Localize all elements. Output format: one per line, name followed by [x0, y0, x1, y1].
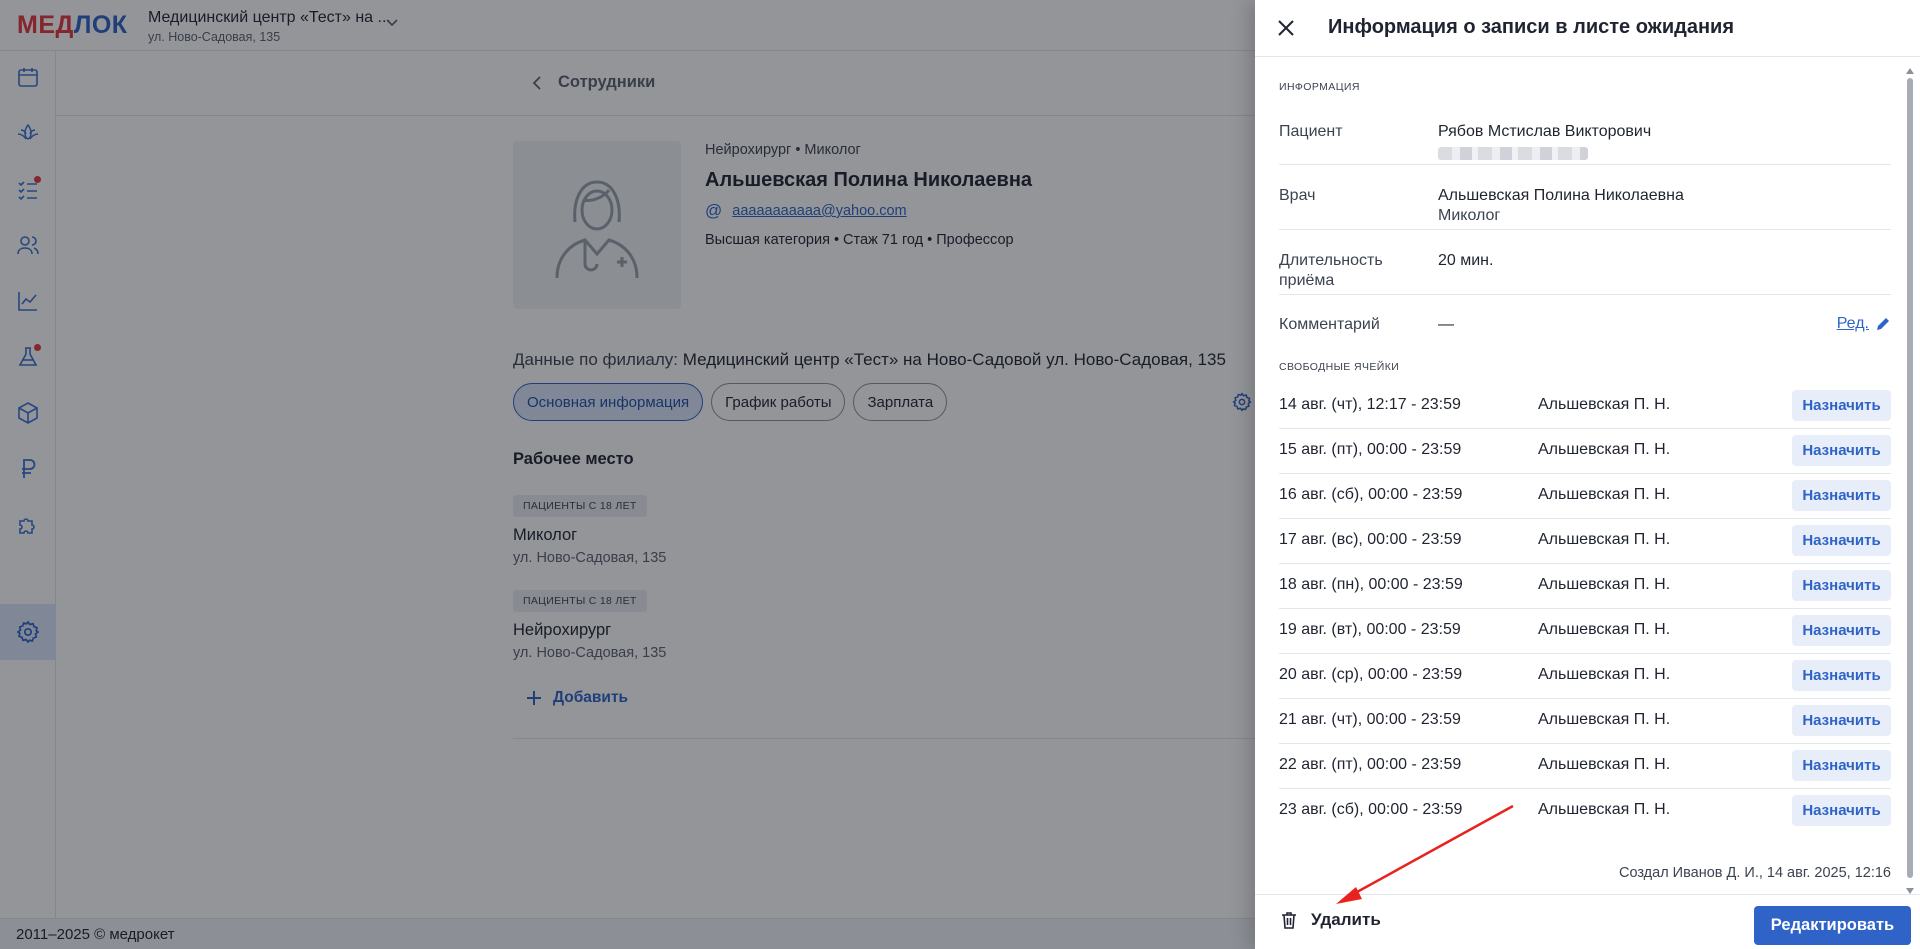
drawer-header: Информация о записи в листе ожидания: [1255, 0, 1920, 57]
slot-date: 17 авг. (вс), 00:00 - 23:59: [1279, 531, 1462, 548]
doctor-value: Альшевская Полина Николаевна Миколог: [1438, 187, 1684, 224]
slot-doctor: Альшевская П. Н.: [1538, 801, 1671, 818]
trash-icon: [1282, 912, 1296, 929]
modal-backdrop[interactable]: [0, 0, 1255, 949]
waitlist-entry-drawer: Информация о записи в листе ожидания ИНФ…: [1255, 0, 1920, 949]
redacted-phone: [1438, 147, 1588, 160]
slot-doctor: Альшевская П. Н.: [1538, 711, 1671, 728]
scroll-up-arrow[interactable]: [1906, 68, 1914, 74]
info-row-patient: Пациент Рябов Мстислав Викторович: [1279, 112, 1891, 165]
info-row-duration: Длительность приёма 20 мин.: [1279, 230, 1891, 295]
assign-button[interactable]: Назначить: [1792, 525, 1891, 556]
edit-button[interactable]: Редактировать: [1754, 906, 1911, 945]
slot-doctor: Альшевская П. Н.: [1538, 531, 1671, 548]
assign-button[interactable]: Назначить: [1792, 435, 1891, 466]
comment-value: —: [1438, 316, 1454, 333]
slot-date: 14 авг. (чт), 12:17 - 23:59: [1279, 396, 1461, 413]
section-label-slots: СВОБОДНЫЕ ЯЧЕЙКИ: [1279, 361, 1400, 373]
slot-date: 19 авг. (вт), 00:00 - 23:59: [1279, 621, 1461, 638]
slot-row: 18 авг. (пн), 00:00 - 23:59 Альшевская П.…: [1279, 564, 1891, 609]
slot-doctor: Альшевская П. Н.: [1538, 441, 1671, 458]
assign-button[interactable]: Назначить: [1792, 795, 1891, 826]
drawer-title: Информация о записи в листе ожидания: [1328, 16, 1734, 38]
slot-doctor: Альшевская П. Н.: [1538, 396, 1671, 413]
assign-button[interactable]: Назначить: [1792, 615, 1891, 646]
assign-button[interactable]: Назначить: [1792, 570, 1891, 601]
edit-comment-link[interactable]: Ред.: [1837, 315, 1891, 333]
slot-date: 22 авг. (пт), 00:00 - 23:59: [1279, 756, 1462, 773]
assign-button[interactable]: Назначить: [1792, 480, 1891, 511]
slot-date: 20 авг. (ср), 00:00 - 23:59: [1279, 666, 1463, 683]
slot-doctor: Альшевская П. Н.: [1538, 486, 1671, 503]
close-icon: [1278, 20, 1294, 36]
slot-doctor: Альшевская П. Н.: [1538, 576, 1671, 593]
drawer-scrollbar[interactable]: [1905, 68, 1915, 894]
patient-key: Пациент: [1279, 123, 1343, 140]
slot-date: 16 авг. (сб), 00:00 - 23:59: [1279, 486, 1463, 503]
slot-row: 21 авг. (чт), 00:00 - 23:59 Альшевская П.…: [1279, 699, 1891, 744]
assign-button[interactable]: Назначить: [1792, 750, 1891, 781]
doctor-key: Врач: [1279, 187, 1316, 204]
slot-doctor: Альшевская П. Н.: [1538, 621, 1671, 638]
section-label-info: ИНФОРМАЦИЯ: [1279, 81, 1360, 93]
slot-row: 22 авг. (пт), 00:00 - 23:59 Альшевская П.…: [1279, 744, 1891, 789]
slot-doctor: Альшевская П. Н.: [1538, 756, 1671, 773]
slot-row: 23 авг. (сб), 00:00 - 23:59 Альшевская П.…: [1279, 789, 1891, 834]
duration-key: Длительность приёма: [1279, 252, 1383, 289]
info-row-comment: Комментарий — Ред.: [1279, 295, 1891, 345]
delete-button[interactable]: Удалить: [1279, 910, 1381, 930]
slot-row: 14 авг. (чт), 12:17 - 23:59 Альшевская П.…: [1279, 384, 1891, 429]
drawer-body: ИНФОРМАЦИЯ Пациент Рябов Мстислав Виктор…: [1279, 57, 1891, 893]
slot-row: 19 авг. (вт), 00:00 - 23:59 Альшевская П.…: [1279, 609, 1891, 654]
slot-row: 16 авг. (сб), 00:00 - 23:59 Альшевская П.…: [1279, 474, 1891, 519]
slot-row: 17 авг. (вс), 00:00 - 23:59 Альшевская П.…: [1279, 519, 1891, 564]
close-button[interactable]: [1273, 15, 1299, 41]
created-info: Создал Иванов Д. И., 14 авг. 2025, 12:16: [1618, 865, 1891, 881]
slot-date: 23 авг. (сб), 00:00 - 23:59: [1279, 801, 1463, 818]
slot-date: 15 авг. (пт), 00:00 - 23:59: [1279, 441, 1462, 458]
assign-button[interactable]: Назначить: [1792, 660, 1891, 691]
assign-button[interactable]: Назначить: [1792, 705, 1891, 736]
duration-value: 20 мин.: [1438, 252, 1494, 269]
slot-date: 18 авг. (пн), 00:00 - 23:59: [1279, 576, 1463, 593]
drawer-footer: Удалить Редактировать: [1255, 894, 1920, 949]
comment-key: Комментарий: [1279, 316, 1380, 333]
pencil-icon: [1877, 318, 1889, 330]
assign-button[interactable]: Назначить: [1792, 390, 1891, 421]
slot-doctor: Альшевская П. Н.: [1538, 666, 1671, 683]
scroll-thumb[interactable]: [1907, 78, 1913, 878]
info-row-doctor: Врач Альшевская Полина Николаевна Миколо…: [1279, 165, 1891, 230]
slot-date: 21 авг. (чт), 00:00 - 23:59: [1279, 711, 1461, 728]
slot-row: 20 авг. (ср), 00:00 - 23:59 Альшевская П.…: [1279, 654, 1891, 699]
slot-row: 15 авг. (пт), 00:00 - 23:59 Альшевская П.…: [1279, 429, 1891, 474]
doctor-specialty: Миколог: [1438, 207, 1501, 224]
patient-value: Рябов Мстислав Викторович: [1438, 122, 1651, 160]
